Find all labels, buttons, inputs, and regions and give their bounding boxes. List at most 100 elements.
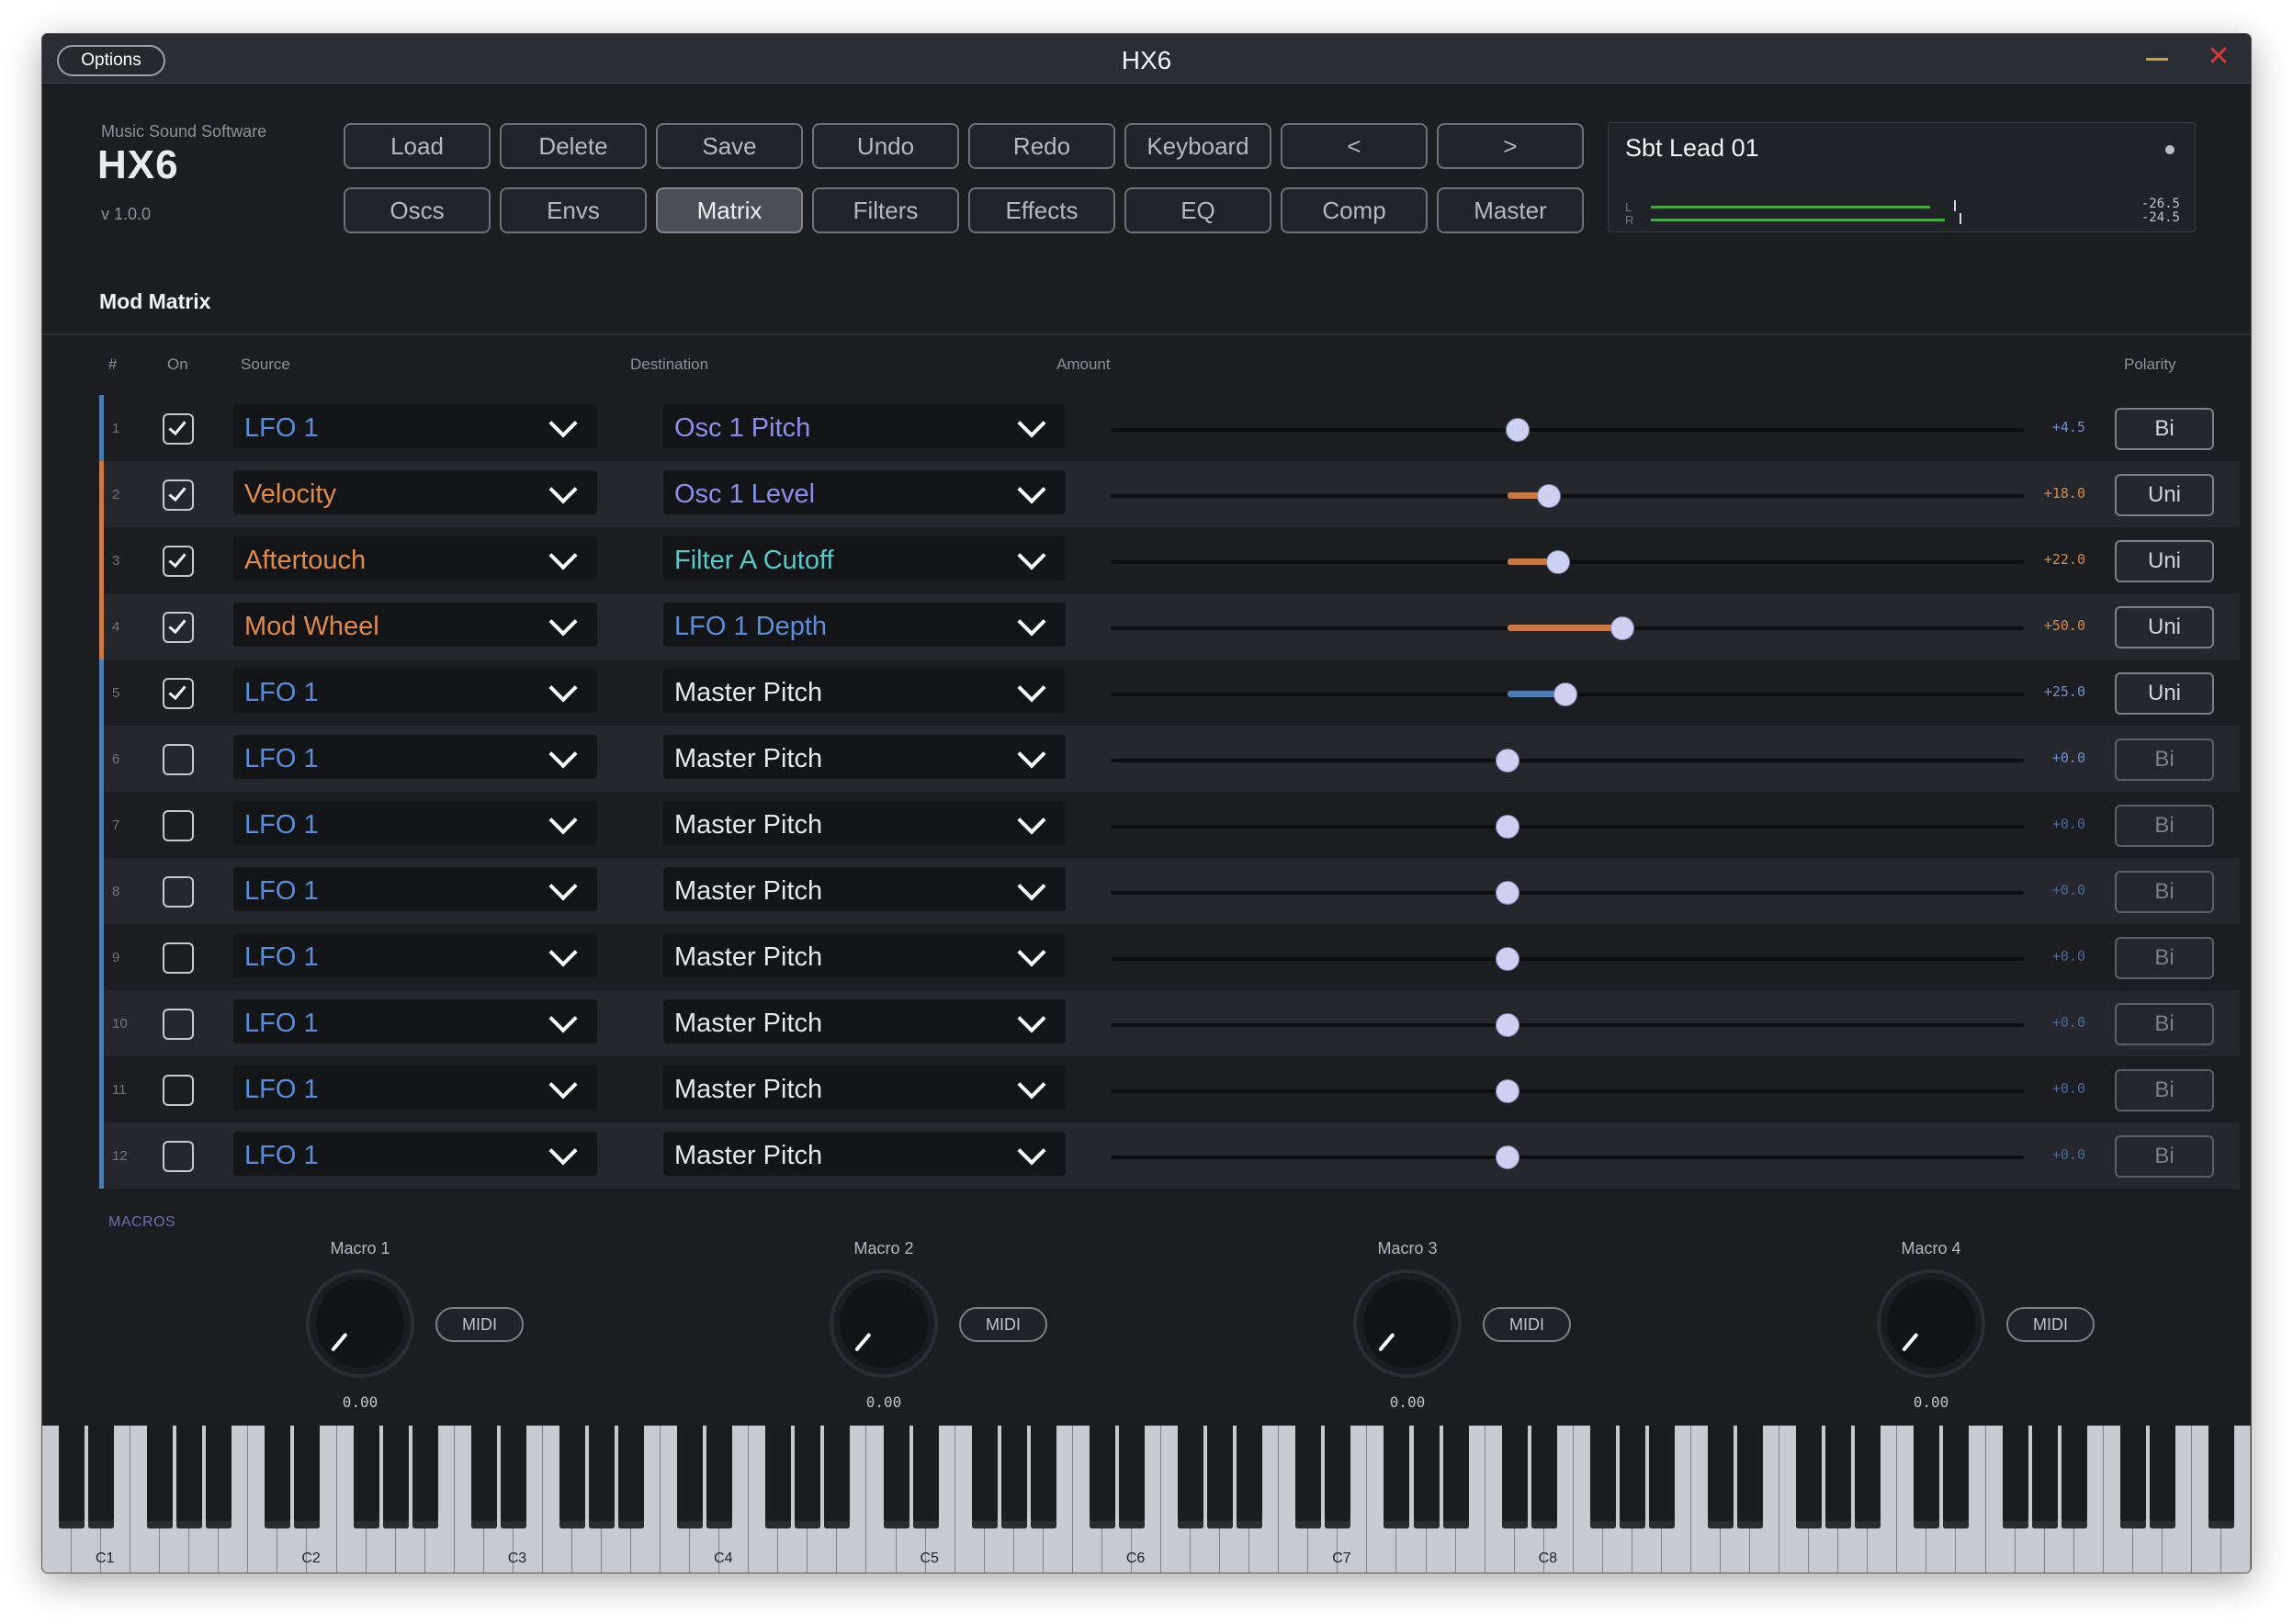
- source-dropdown[interactable]: LFO 1: [233, 669, 597, 713]
- black-key[interactable]: [1855, 1426, 1881, 1528]
- black-key[interactable]: [1501, 1426, 1528, 1528]
- row-enable-checkbox[interactable]: [163, 1009, 194, 1040]
- macro-knob[interactable]: [306, 1269, 414, 1378]
- row-enable-checkbox[interactable]: [163, 810, 194, 841]
- destination-dropdown[interactable]: Master Pitch: [663, 1132, 1066, 1176]
- black-key[interactable]: [1531, 1426, 1557, 1528]
- amount-slider-track[interactable]: [1111, 825, 2024, 829]
- destination-dropdown[interactable]: Master Pitch: [663, 735, 1066, 779]
- tab-oscs[interactable]: Oscs: [344, 187, 491, 233]
- row-enable-checkbox[interactable]: [163, 942, 194, 974]
- polarity-button[interactable]: Bi: [2115, 805, 2214, 847]
- black-key[interactable]: [1708, 1426, 1734, 1528]
- macro-knob[interactable]: [1353, 1269, 1462, 1378]
- amount-slider-thumb[interactable]: [1611, 617, 1633, 639]
- polarity-button[interactable]: Uni: [2115, 606, 2214, 648]
- amount-slider-thumb[interactable]: [1497, 882, 1519, 904]
- polarity-button[interactable]: Bi: [2115, 871, 2214, 913]
- tab-effects[interactable]: Effects: [968, 187, 1115, 233]
- macro-knob[interactable]: [1877, 1269, 1985, 1378]
- destination-dropdown[interactable]: Master Pitch: [663, 867, 1066, 911]
- preset-display[interactable]: Sbt Lead 01 L R -26.5 -24.5: [1608, 122, 2196, 232]
- tab-filters[interactable]: Filters: [812, 187, 959, 233]
- black-key[interactable]: [88, 1426, 115, 1528]
- amount-slider-thumb[interactable]: [1547, 551, 1569, 573]
- black-key[interactable]: [1325, 1426, 1351, 1528]
- black-key[interactable]: [559, 1426, 585, 1528]
- amount-slider-track[interactable]: [1111, 1156, 2024, 1159]
- black-key[interactable]: [1442, 1426, 1469, 1528]
- black-key[interactable]: [971, 1426, 998, 1528]
- black-key[interactable]: [2149, 1426, 2175, 1528]
- tab-comp[interactable]: Comp: [1281, 187, 1428, 233]
- source-dropdown[interactable]: Mod Wheel: [233, 603, 597, 647]
- amount-slider-thumb[interactable]: [1497, 1080, 1519, 1102]
- black-key[interactable]: [1207, 1426, 1234, 1528]
- black-key[interactable]: [1000, 1426, 1027, 1528]
- destination-dropdown[interactable]: LFO 1 Depth: [663, 603, 1066, 647]
- black-key[interactable]: [1648, 1426, 1675, 1528]
- source-dropdown[interactable]: LFO 1: [233, 933, 597, 977]
- row-enable-checkbox[interactable]: [163, 876, 194, 908]
- black-key[interactable]: [1030, 1426, 1056, 1528]
- black-key[interactable]: [500, 1426, 526, 1528]
- amount-slider-thumb[interactable]: [1497, 750, 1519, 772]
- black-key[interactable]: [294, 1426, 321, 1528]
- row-enable-checkbox[interactable]: [163, 1141, 194, 1172]
- black-key[interactable]: [176, 1426, 203, 1528]
- amount-slider-track[interactable]: [1111, 494, 2024, 498]
- black-key[interactable]: [2002, 1426, 2028, 1528]
- midi-learn-button[interactable]: MIDI: [435, 1307, 524, 1342]
- close-icon[interactable]: ✕: [2205, 43, 2232, 71]
- tab-envs[interactable]: Envs: [500, 187, 647, 233]
- black-key[interactable]: [1619, 1426, 1645, 1528]
- polarity-button[interactable]: Bi: [2115, 408, 2214, 450]
- black-key[interactable]: [618, 1426, 645, 1528]
- source-dropdown[interactable]: LFO 1: [233, 404, 597, 448]
- midi-learn-button[interactable]: MIDI: [2006, 1307, 2095, 1342]
- tab-matrix[interactable]: Matrix: [656, 187, 803, 233]
- black-key[interactable]: [706, 1426, 733, 1528]
- amount-slider-thumb[interactable]: [1497, 948, 1519, 970]
- destination-dropdown[interactable]: Master Pitch: [663, 933, 1066, 977]
- toolbar-button-redo[interactable]: Redo: [968, 123, 1115, 169]
- tab-eq[interactable]: EQ: [1124, 187, 1271, 233]
- amount-slider-track[interactable]: [1111, 759, 2024, 762]
- polarity-button[interactable]: Bi: [2115, 739, 2214, 781]
- amount-slider-thumb[interactable]: [1538, 485, 1560, 507]
- black-key[interactable]: [589, 1426, 615, 1528]
- source-dropdown[interactable]: LFO 1: [233, 999, 597, 1043]
- toolbar-button-delete[interactable]: Delete: [500, 123, 647, 169]
- row-enable-checkbox[interactable]: [163, 546, 194, 577]
- destination-dropdown[interactable]: Master Pitch: [663, 801, 1066, 845]
- black-key[interactable]: [912, 1426, 939, 1528]
- source-dropdown[interactable]: Aftertouch: [233, 536, 597, 581]
- black-key[interactable]: [765, 1426, 792, 1528]
- source-dropdown[interactable]: LFO 1: [233, 1132, 597, 1176]
- amount-slider-track[interactable]: [1111, 428, 2024, 432]
- black-key[interactable]: [1914, 1426, 1940, 1528]
- destination-dropdown[interactable]: Filter A Cutoff: [663, 536, 1066, 581]
- black-key[interactable]: [1118, 1426, 1145, 1528]
- black-key[interactable]: [412, 1426, 438, 1528]
- amount-slider-track[interactable]: [1111, 1023, 2024, 1027]
- black-key[interactable]: [883, 1426, 909, 1528]
- destination-dropdown[interactable]: Master Pitch: [663, 999, 1066, 1043]
- polarity-button[interactable]: Bi: [2115, 937, 2214, 979]
- toolbar-button-save[interactable]: Save: [656, 123, 803, 169]
- midi-learn-button[interactable]: MIDI: [959, 1307, 1047, 1342]
- toolbar-button-prev[interactable]: <: [1281, 123, 1428, 169]
- polarity-button[interactable]: Uni: [2115, 672, 2214, 715]
- row-enable-checkbox[interactable]: [163, 1075, 194, 1106]
- black-key[interactable]: [470, 1426, 497, 1528]
- black-key[interactable]: [1589, 1426, 1616, 1528]
- amount-slider-track[interactable]: [1111, 891, 2024, 895]
- piano-keyboard[interactable]: C1 C2 C3 C4 C5 C6 C7 C8: [42, 1426, 2251, 1573]
- black-key[interactable]: [1178, 1426, 1204, 1528]
- polarity-button[interactable]: Bi: [2115, 1003, 2214, 1045]
- black-key[interactable]: [206, 1426, 232, 1528]
- amount-slider-thumb[interactable]: [1553, 683, 1576, 705]
- amount-slider-track[interactable]: [1111, 1089, 2024, 1093]
- minimize-icon[interactable]: [2146, 58, 2168, 61]
- destination-dropdown[interactable]: Osc 1 Level: [663, 470, 1066, 514]
